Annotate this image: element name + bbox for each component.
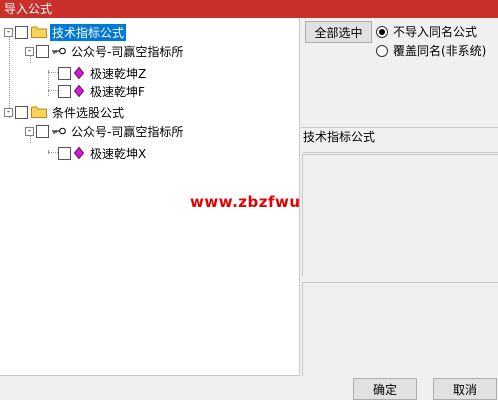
tree-folder-label: 公众号-司赢空指标所 <box>71 44 184 59</box>
collapse-toggle[interactable]: - <box>25 126 34 136</box>
group-checkbox[interactable] <box>15 105 28 119</box>
ok-button[interactable]: 确定 <box>353 378 417 400</box>
tree-item-formula[interactable]: 极速乾坤Z <box>58 64 148 82</box>
item-checkbox[interactable] <box>58 146 71 160</box>
tree-group-label: 条件选股公式 <box>52 105 125 120</box>
tree-connector <box>48 152 58 153</box>
tree-folder-source[interactable]: - 公众号-司赢空指标所 <box>25 42 185 60</box>
radio-indicator[interactable] <box>376 25 388 38</box>
tree-item-label: 极速乾坤Z <box>90 66 147 81</box>
window-title: 导入公式 <box>0 0 498 18</box>
tree-folder-label: 公众号-司赢空指标所 <box>71 124 184 139</box>
tree-connector <box>48 90 58 91</box>
tree-group-label: 技术指标公式 <box>50 23 127 41</box>
radio-label: 覆盖同名(非系统) <box>393 44 487 58</box>
key-icon <box>52 127 66 135</box>
radio-skip-duplicates[interactable]: 不导入同名公式 <box>376 23 477 40</box>
tree-group-technical[interactable]: - 技术指标公式 <box>4 23 127 41</box>
tree-folder-source[interactable]: - 公众号-司赢空指标所 <box>25 122 185 140</box>
radio-overwrite-duplicates[interactable]: 覆盖同名(非系统) <box>376 42 486 59</box>
tree-item-label: 极速乾坤F <box>90 84 145 99</box>
tree-connector <box>48 72 58 73</box>
radio-label: 不导入同名公式 <box>393 25 478 39</box>
cancel-button[interactable]: 取消 <box>433 378 497 400</box>
tree-connector <box>48 70 49 96</box>
formula-description-box[interactable] <box>302 154 498 276</box>
key-icon <box>52 47 66 55</box>
formula-type-label: 技术指标公式 <box>303 128 498 153</box>
formula-icon <box>74 147 84 159</box>
item-checkbox[interactable] <box>58 66 71 80</box>
collapse-toggle[interactable]: - <box>25 46 34 56</box>
radio-indicator[interactable] <box>376 44 388 57</box>
select-all-button[interactable]: 全部选中 <box>305 21 372 43</box>
group-checkbox[interactable] <box>15 25 28 39</box>
folder-checkbox[interactable] <box>36 124 49 138</box>
collapse-toggle[interactable]: - <box>4 107 13 117</box>
tree-group-screening[interactable]: - 条件选股公式 <box>4 103 126 121</box>
item-checkbox[interactable] <box>58 84 71 98</box>
folder-icon <box>31 26 47 38</box>
folder-checkbox[interactable] <box>36 44 49 58</box>
collapse-toggle[interactable]: - <box>4 27 13 37</box>
tree-item-formula[interactable]: 极速乾坤X <box>58 144 148 162</box>
formula-detail-box[interactable] <box>302 282 498 376</box>
tree-item-label: 极速乾坤X <box>90 146 147 161</box>
tree-item-formula[interactable]: 极速乾坤F <box>58 82 147 100</box>
formula-icon <box>74 85 84 97</box>
formula-icon <box>74 67 84 79</box>
folder-icon <box>31 106 47 118</box>
